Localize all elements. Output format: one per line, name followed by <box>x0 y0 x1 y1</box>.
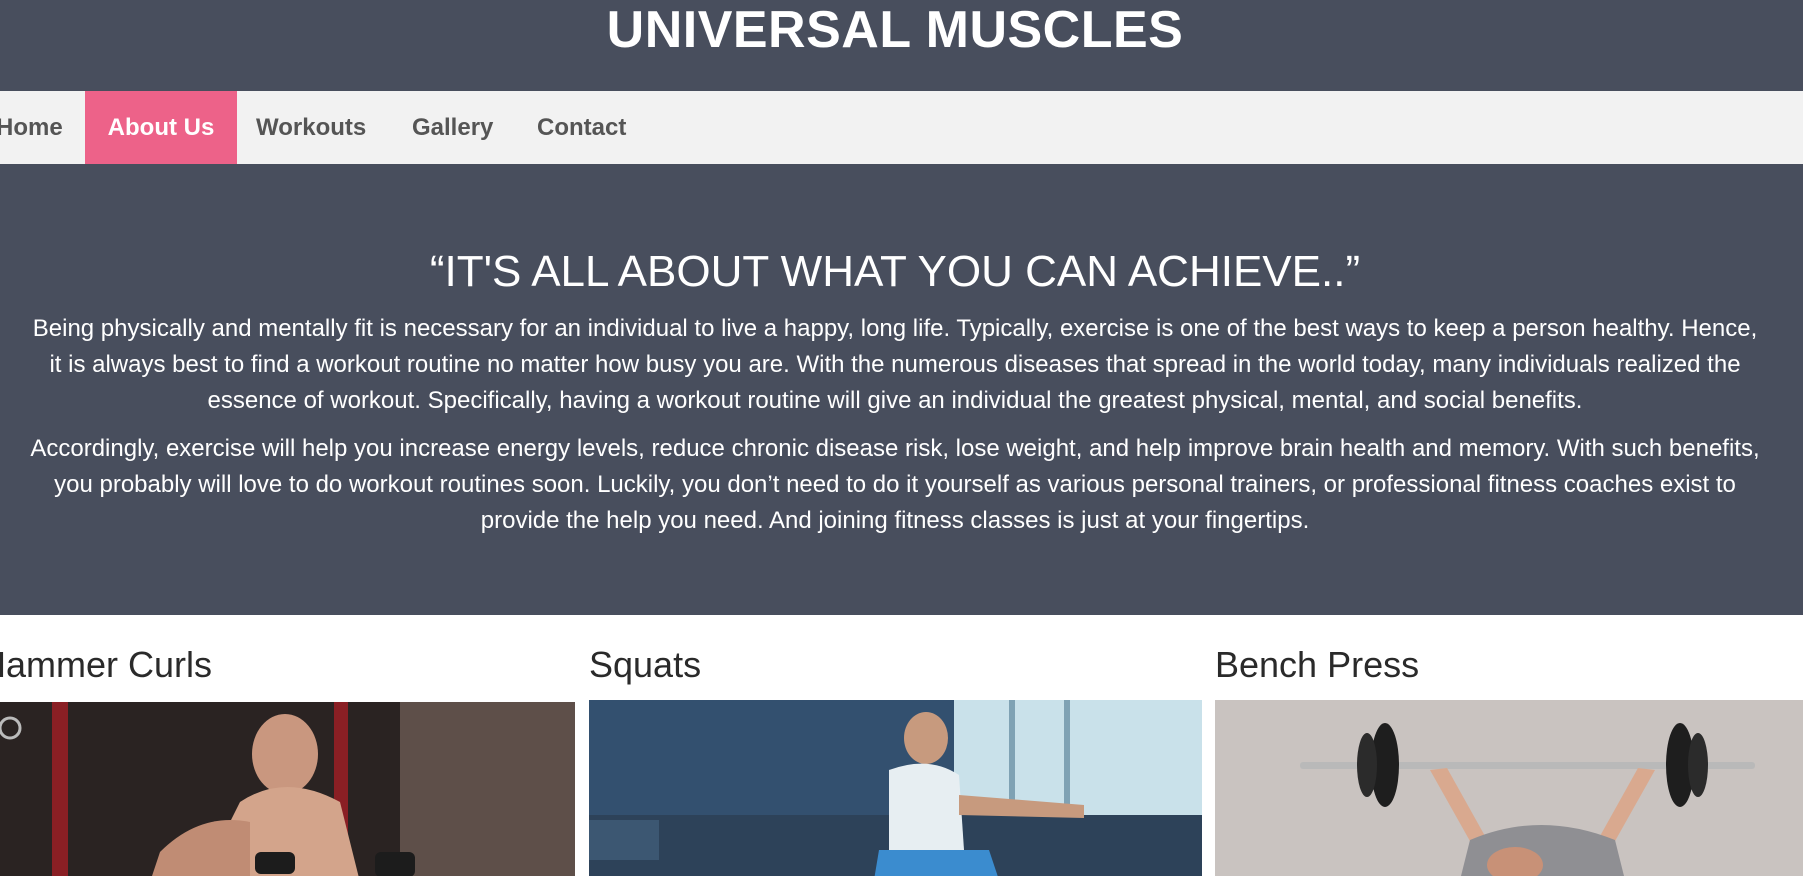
workout-card-title: Squats <box>589 644 702 685</box>
workout-card-hammer-curls: Hammer Curls <box>0 615 575 876</box>
workout-card-title: Hammer Curls <box>0 644 213 685</box>
nav-item-workouts[interactable]: Workouts <box>256 91 366 164</box>
hero-paragraph-2: Accordingly, exercise will help you incr… <box>30 435 1760 534</box>
bench-press-photo <box>1215 700 1803 876</box>
nav-item-gallery[interactable]: Gallery <box>412 91 493 164</box>
squats-illustration <box>589 700 1202 876</box>
nav-item-contact[interactable]: Contact <box>537 91 626 164</box>
bench-press-illustration <box>1215 700 1803 876</box>
workout-card-bench-press: Bench Press <box>1215 615 1803 876</box>
hero-paragraph-1: Being physically and mentally fit is nec… <box>32 315 1758 414</box>
workout-card-squats: Squats <box>589 615 1202 876</box>
site-title: UNIVERSAL MUSCLES <box>606 1 1184 59</box>
site-header: UNIVERSAL MUSCLES <box>0 0 1803 91</box>
hammer-curls-photo <box>0 702 575 876</box>
hero-quote: “IT'S ALL ABOUT WHAT YOU CAN ACHIEVE..” <box>429 247 1361 296</box>
about-hero-section: “IT'S ALL ABOUT WHAT YOU CAN ACHIEVE..” … <box>0 164 1803 615</box>
nav-item-home[interactable]: Home <box>0 91 82 164</box>
workout-card-title: Bench Press <box>1215 644 1420 685</box>
squats-photo <box>589 700 1202 876</box>
hammer-curls-illustration <box>0 702 575 876</box>
nav-item-about-us[interactable]: About Us <box>85 91 237 164</box>
main-navbar: Home About Us Workouts Gallery Contact <box>0 91 1803 164</box>
